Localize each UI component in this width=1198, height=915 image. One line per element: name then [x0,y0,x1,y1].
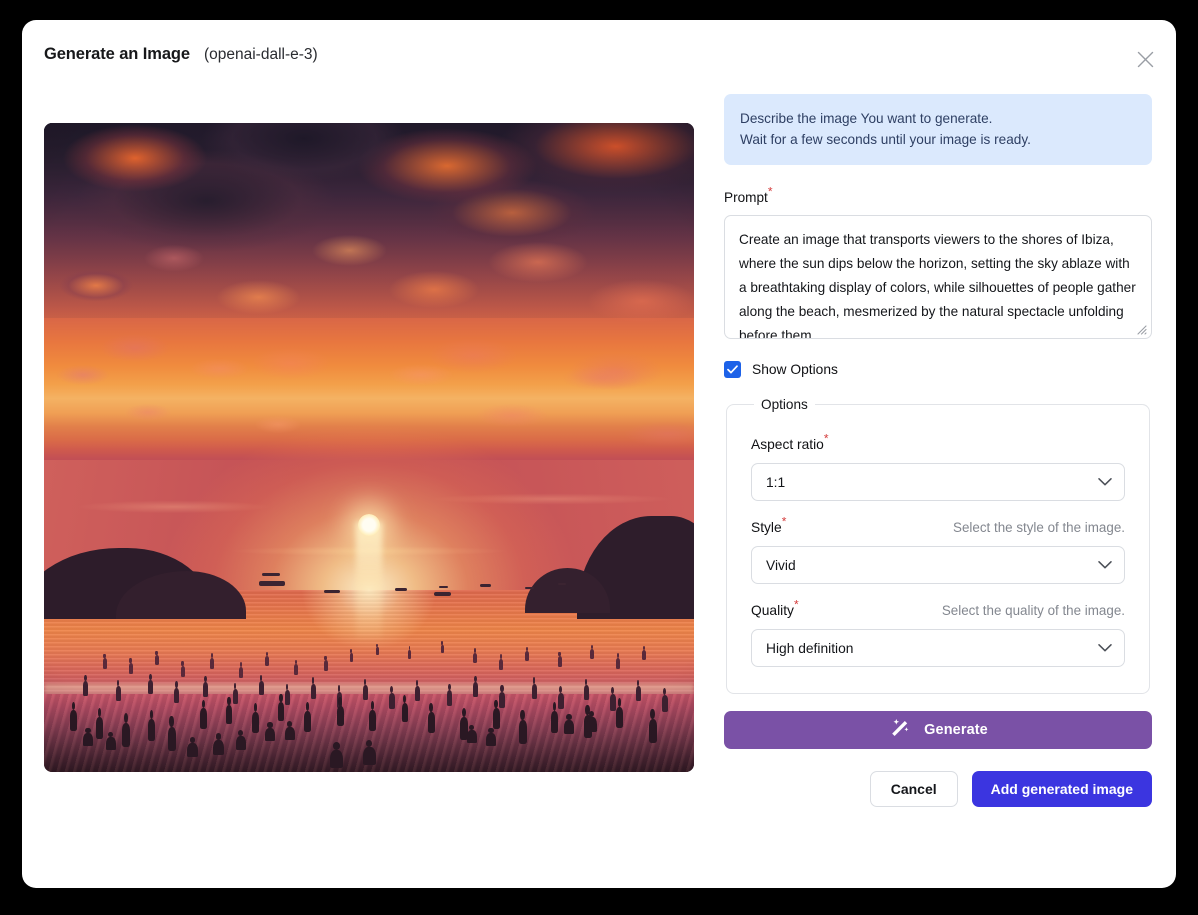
aspect-ratio-select[interactable]: 1:1 [751,463,1125,502]
cancel-button[interactable]: Cancel [869,771,958,808]
aspect-ratio-value: 1:1 [766,474,786,490]
style-label-wrap: Style* [751,516,786,537]
aspect-ratio-group: Aspect ratio* 1:1 [751,433,1125,502]
quality-hint: Select the quality of the image. [941,603,1125,619]
show-options-row[interactable]: Show Options [724,361,1152,379]
close-button[interactable] [1130,44,1160,74]
style-required-marker: * [781,514,787,529]
aspect-ratio-header: Aspect ratio* [751,433,1125,454]
checkmark-icon [727,361,738,379]
style-header: Style* Select the style of the image. [751,516,1125,537]
prompt-label-row: Prompt* [724,186,1152,207]
prompt-value: Create an image that transports viewers … [739,232,1136,340]
generated-image-preview[interactable] [44,123,694,772]
info-banner-line1: Describe the image You want to generate. [740,111,993,126]
aspect-ratio-label: Aspect ratio [751,437,824,453]
title-row: Generate an Image (openai-dall-e-3) [44,45,318,64]
quality-label-wrap: Quality* [751,599,799,620]
style-hint: Select the style of the image. [953,520,1125,536]
chevron-down-icon [1098,644,1112,653]
style-select[interactable]: Vivid [751,546,1125,585]
prompt-input[interactable]: Create an image that transports viewers … [724,215,1152,340]
dialog-header: Generate an Image (openai-dall-e-3) [22,20,1176,98]
add-generated-image-button[interactable]: Add generated image [971,771,1152,808]
quality-required-marker: * [793,597,799,612]
page-title: Generate an Image [44,45,190,63]
style-label: Style [751,520,782,536]
form-pane: Describe the image You want to generate.… [724,94,1152,808]
options-legend: Options [761,397,808,413]
chevron-down-icon [1098,478,1112,487]
aspect-ratio-required-marker: * [823,431,829,446]
sunset-artwork [44,123,694,772]
options-fieldset: Options Aspect ratio* 1:1 Style* Select … [726,397,1150,695]
show-options-checkbox[interactable] [724,361,741,379]
model-name-label: (openai-dall-e-3) [203,46,318,63]
quality-group: Quality* Select the quality of the image… [751,599,1125,668]
style-value: Vivid [766,557,796,573]
prompt-label: Prompt [724,190,768,206]
resize-handle-icon[interactable] [1133,321,1147,335]
quality-label: Quality [751,603,794,619]
info-banner: Describe the image You want to generate.… [724,94,1152,166]
generate-image-dialog: Generate an Image (openai-dall-e-3) Desc… [22,20,1176,888]
show-options-label: Show Options [752,362,838,378]
quality-value: High definition [766,640,854,656]
generate-button-label: Generate [924,722,988,739]
quality-header: Quality* Select the quality of the image… [751,599,1125,620]
magic-wand-icon [888,718,910,743]
footer-actions: Cancel Add generated image [724,771,1152,808]
prompt-required-marker: * [767,184,773,199]
style-group: Style* Select the style of the image. Vi… [751,516,1125,585]
info-banner-line2: Wait for a few seconds until your image … [740,132,1031,148]
close-icon [1137,51,1154,68]
chevron-down-icon [1098,561,1112,570]
aspect-ratio-label-wrap: Aspect ratio* [751,433,829,454]
generate-button[interactable]: Generate [724,711,1152,750]
quality-select[interactable]: High definition [751,629,1125,668]
